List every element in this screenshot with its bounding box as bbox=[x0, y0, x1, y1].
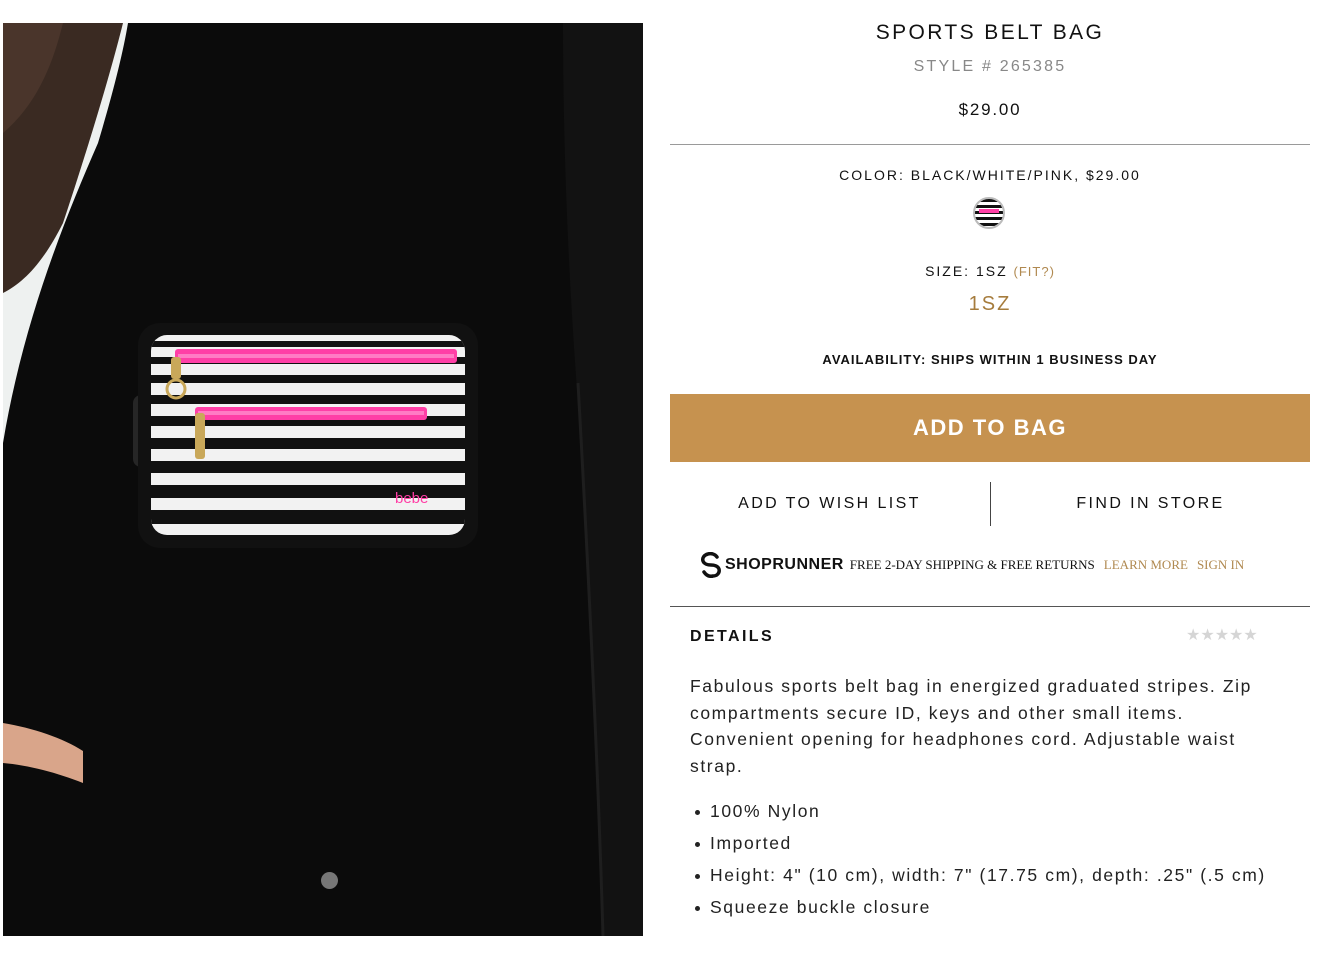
availability-text: AVAILABILITY: SHIPS WITHIN 1 BUSINESS DA… bbox=[822, 352, 1158, 367]
shoprunner-logo-icon bbox=[700, 552, 722, 578]
size-row: SIZE: 1SZ (FIT?) bbox=[670, 263, 1310, 279]
color-label: COLOR: BLACK/WHITE/PINK, $29.00 bbox=[839, 167, 1141, 183]
size-label: SIZE: 1SZ bbox=[925, 263, 1008, 279]
list-item: 100% Nylon bbox=[690, 798, 1290, 824]
size-option-1sz[interactable]: 1SZ bbox=[670, 293, 1310, 316]
add-to-wish-list-button[interactable]: ADD TO WISH LIST bbox=[670, 482, 989, 526]
color-swatch-icon[interactable] bbox=[973, 197, 1005, 229]
list-item: Height: 4" (10 cm), width: 7" (17.75 cm)… bbox=[690, 862, 1290, 888]
fit-link[interactable]: (FIT?) bbox=[1014, 264, 1055, 279]
find-in-store-button[interactable]: FIND IN STORE bbox=[991, 482, 1310, 526]
product-photo-illustration: bebe bbox=[3, 23, 643, 936]
style-number: STYLE # 265385 bbox=[913, 58, 1067, 75]
product-description: Fabulous sports belt bag in energized gr… bbox=[690, 676, 1252, 776]
product-title: SPORTS BELT BAG bbox=[875, 21, 1105, 44]
shoprunner-bar: SHOPRUNNER FREE 2-DAY SHIPPING & FREE RE… bbox=[700, 550, 1300, 580]
shoprunner-brand: SHOPRUNNER bbox=[725, 556, 844, 573]
list-item: Squeeze buckle closure bbox=[690, 894, 1290, 920]
list-item: Imported bbox=[690, 830, 1290, 856]
details-heading: DETAILS bbox=[690, 628, 775, 645]
sign-in-link[interactable]: SIGN IN bbox=[1197, 557, 1244, 573]
add-to-bag-button[interactable]: ADD TO BAG bbox=[670, 394, 1310, 462]
product-price: $29.00 bbox=[958, 100, 1022, 119]
shoprunner-offer: FREE 2-DAY SHIPPING & FREE RETURNS bbox=[849, 557, 1095, 572]
divider bbox=[670, 606, 1310, 607]
learn-more-link[interactable]: LEARN MORE bbox=[1104, 557, 1188, 573]
details-list: 100% Nylon Imported Height: 4" (10 cm), … bbox=[690, 798, 1290, 926]
divider bbox=[670, 144, 1310, 145]
brand-mark-text: bebe bbox=[395, 490, 428, 507]
rating-stars-icon[interactable]: ★★★★★ bbox=[1186, 625, 1258, 645]
carousel-dot[interactable] bbox=[321, 872, 338, 889]
product-image[interactable]: bebe bbox=[3, 23, 643, 936]
